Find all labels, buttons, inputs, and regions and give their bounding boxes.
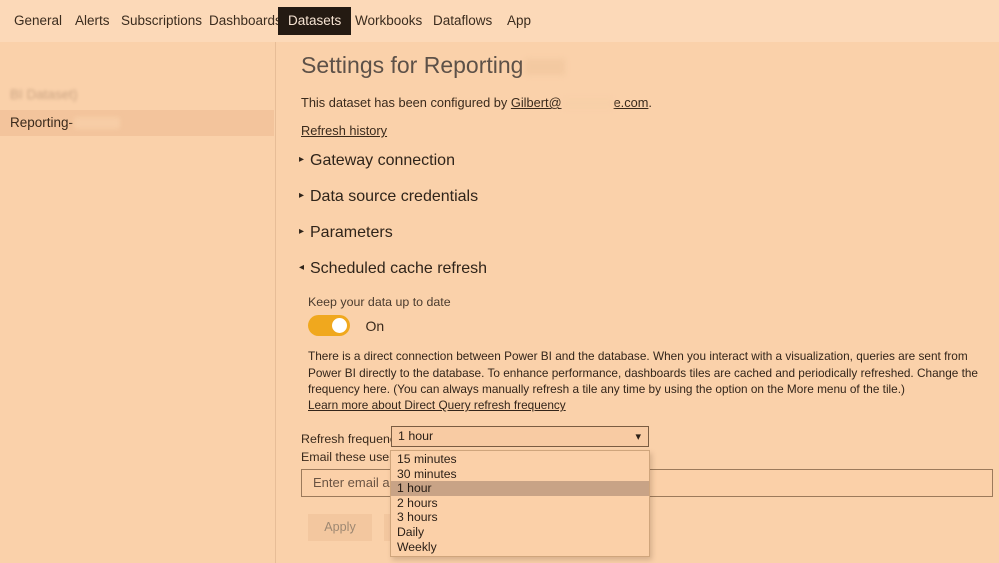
configured-by-prefix: This dataset has been configured by: [301, 95, 508, 110]
section-datasrc-label: Data source credentials: [310, 188, 479, 205]
keep-data-up-to-date-row: On: [308, 315, 384, 339]
sidebar-item-reporting[interactable]: Reporting-: [0, 110, 274, 136]
sidebar-group-label: BI Dataset): [10, 87, 78, 102]
toggle-knob: [332, 318, 347, 333]
section-parameters-label: Parameters: [310, 224, 393, 241]
scheduled-refresh-description: There is a direct connection between Pow…: [308, 349, 978, 397]
tab-bar: General Alerts Subscriptions Dashboards …: [0, 0, 999, 42]
refresh-frequency-select[interactable]: 1 hour ▾: [391, 426, 649, 447]
keep-data-up-to-date-label: Keep your data up to date: [308, 295, 451, 309]
toggle-state-label: On: [365, 317, 385, 334]
page-title: Settings for Reporting: [301, 52, 566, 79]
option-1-hour[interactable]: 1 hour: [391, 481, 649, 496]
configured-by-text: This dataset has been configured by Gilb…: [301, 95, 652, 110]
section-gateway-label: Gateway connection: [310, 152, 455, 169]
chevron-right-icon: ▸: [299, 154, 305, 166]
redaction-smudge: [562, 98, 613, 110]
redaction-smudge: [74, 117, 121, 130]
chevron-down-icon: ▾: [635, 431, 641, 443]
apply-button[interactable]: Apply: [308, 514, 372, 541]
option-daily[interactable]: Daily: [391, 525, 649, 540]
sidebar-item-label: Reporting-: [10, 115, 74, 130]
option-15-minutes[interactable]: 15 minutes: [391, 452, 649, 467]
tab-general[interactable]: General: [4, 7, 72, 35]
redaction-smudge: [525, 58, 566, 75]
email-end: e.com: [613, 95, 649, 110]
section-parameters[interactable]: ▸ Parameters: [299, 224, 393, 242]
tab-subscriptions[interactable]: Subscriptions: [111, 7, 212, 35]
refresh-frequency-options-list[interactable]: 15 minutes 30 minutes 1 hour 2 hours 3 h…: [390, 450, 650, 558]
section-data-source-credentials[interactable]: ▸ Data source credentials: [299, 188, 478, 206]
section-gateway-connection[interactable]: ▸ Gateway connection: [299, 152, 455, 170]
refresh-history-link[interactable]: Refresh history: [301, 123, 387, 138]
chevron-down-icon: ◂: [299, 262, 305, 274]
refresh-frequency-value: 1 hour: [398, 429, 434, 443]
dataset-sidebar: BI Dataset) Reporting-: [0, 42, 276, 563]
page-title-text: Settings for Reporting: [301, 52, 524, 78]
section-scheduled-cache-refresh[interactable]: ◂ Scheduled cache refresh: [299, 260, 487, 278]
configured-by-email-link[interactable]: Gilbert@ e.com: [511, 95, 649, 110]
refresh-frequency-label: Refresh frequency: [301, 432, 403, 446]
option-weekly[interactable]: Weekly: [391, 540, 649, 555]
option-30-minutes[interactable]: 30 minutes: [391, 467, 649, 482]
section-schedule-label: Scheduled cache refresh: [310, 260, 487, 277]
option-3-hours[interactable]: 3 hours: [391, 510, 649, 525]
tab-app[interactable]: App: [497, 7, 541, 35]
tab-datasets[interactable]: Datasets: [278, 7, 352, 35]
learn-more-link[interactable]: Learn more about Direct Query refresh fr…: [308, 398, 566, 412]
chevron-right-icon: ▸: [299, 190, 305, 202]
option-2-hours[interactable]: 2 hours: [391, 496, 649, 511]
email-start: Gilbert@: [510, 95, 562, 110]
chevron-right-icon: ▸: [299, 226, 305, 238]
keep-data-up-to-date-toggle[interactable]: [308, 315, 350, 336]
tab-workbooks[interactable]: Workbooks: [345, 7, 432, 35]
configured-by-suffix: .: [648, 95, 652, 110]
tab-dataflows[interactable]: Dataflows: [423, 7, 502, 35]
